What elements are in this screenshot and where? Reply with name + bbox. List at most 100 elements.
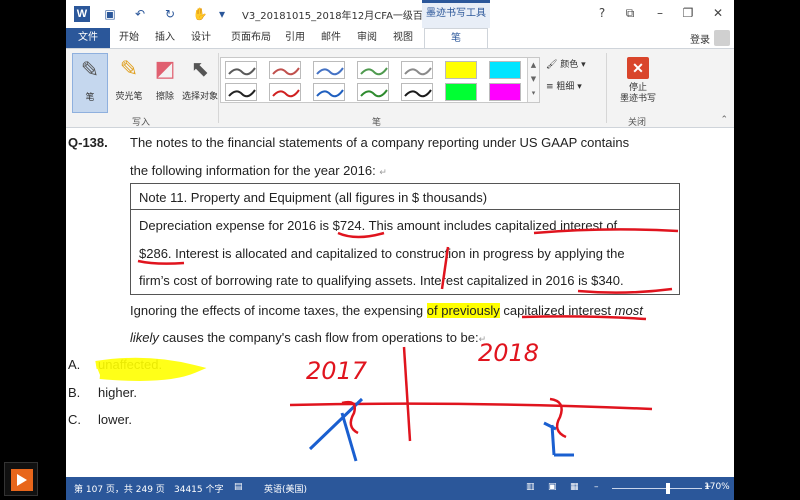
question-text-line: The notes to the financial statements of… [130,135,630,150]
highlighted-text: of previously [426,303,500,318]
save-icon[interactable]: ▣ [102,6,118,22]
maximize-button[interactable]: ❐ [676,4,700,22]
tab-file[interactable]: 文件 [66,28,110,48]
pen-thickness-label: 粗细 [556,82,575,92]
help-button[interactable]: ? [590,4,614,22]
ink-tools-context-header: 墨迹书写工具 [422,0,490,28]
page-counter[interactable]: 第 107 页，共 249 页 [74,482,165,495]
tab-insert[interactable]: 插入 [150,28,180,48]
video-play-button[interactable] [4,462,38,496]
highlighter-tool-button[interactable]: ✎ 荧光笔 [110,53,148,109]
ink-blue-mark-right [543,421,574,457]
tab-review[interactable]: 审阅 [352,28,382,48]
question-text-line: the following information for the year 2… [130,163,387,178]
stop-inking-button[interactable]: ✕ 停止 墨迹书写 [616,53,660,113]
highlighter-icon: ✎ [119,57,139,82]
pen-icon: ✎ [80,58,100,83]
eraser-tool-label: 擦除 [155,92,174,102]
pen-swatch[interactable] [225,83,257,101]
zoom-out-button[interactable]: – [594,482,599,492]
ink-red-squiggle-right [549,397,567,439]
ribbon-tab-bar: 文件 开始 插入 设计 页面布局 引用 邮件 审阅 视图 笔 登录 [66,28,734,48]
select-objects-tool-label: 选择对象 [181,92,218,102]
tab-home[interactable]: 开始 [114,28,144,48]
pen-swatch[interactable] [357,83,389,101]
document-page[interactable]: Q-138. The notes to the financial statem… [66,129,734,477]
note-table: Note 11. Property and Equipment (all fig… [130,183,680,295]
ink-red-squiggle-left [341,400,359,435]
stem-italic-text: most [614,303,643,318]
tab-pen[interactable]: 笔 [424,28,488,48]
print-layout-icon[interactable]: ▣ [548,482,557,492]
stem-text: capitalized interest [499,303,615,318]
select-objects-tool-button[interactable]: ⬉ 选择对象 [180,53,220,109]
write-group-label: 写入 [132,118,151,128]
zoom-slider-thumb[interactable] [666,483,670,494]
ink-year-left: 2017 [306,357,368,385]
stem-text: causes the company's cash flow from oper… [158,330,479,345]
redo-icon[interactable]: ↻ [162,6,178,22]
zoom-slider[interactable] [612,488,702,489]
question-stem-line: likely causes the company's cash flow fr… [130,330,486,345]
ribbon-display-options-button[interactable]: ⧉ [618,4,642,22]
select-objects-icon: ⬉ [190,57,210,82]
zoom-level[interactable]: 170% [704,482,730,492]
close-button[interactable]: ✕ [706,4,730,22]
touch-mode-icon[interactable]: ✋ [192,6,208,22]
collapse-ribbon-icon[interactable]: ⌃ [720,115,728,125]
pen-tool-button[interactable]: ✎ 笔 [72,53,108,113]
tab-references[interactable]: 引用 [280,28,310,48]
proofing-icon[interactable]: ▤ [234,482,243,492]
pen-swatch[interactable] [401,61,433,79]
word-window: W ▣ ↶ ↻ ✋ ▾ V3_20181015_2018年12月CFA一级百题预… [66,0,734,500]
pen-swatch[interactable] [445,61,477,79]
thickness-icon: ≡ [546,82,557,92]
ink-blue-mark-left [308,397,364,462]
undo-icon[interactable]: ↶ [132,6,148,22]
pen-color-dropdown[interactable]: 🖌 颜色 ▾ [546,57,586,70]
eraser-tool-button[interactable]: ◩ 擦除 [146,53,184,109]
gallery-scroll-icon[interactable]: ▲ ▼ ▾ [527,58,539,102]
pen-swatch[interactable] [225,61,257,79]
pen-swatch[interactable] [313,83,345,101]
close-group-label: 关闭 [628,118,647,128]
minimize-button[interactable]: – [648,4,672,22]
question-stem-line: Ignoring the effects of income taxes, th… [130,303,643,318]
word-count[interactable]: 34415 个字 [174,482,224,495]
option-c-text: lower. [98,412,132,427]
stop-inking-icon: ✕ [627,57,649,79]
web-layout-icon[interactable]: ▦ [570,482,579,492]
tab-design[interactable]: 设计 [186,28,216,48]
video-frame: W ▣ ↶ ↻ ✋ ▾ V3_20181015_2018年12月CFA一级百题预… [0,0,800,500]
pen-swatch[interactable] [401,83,433,101]
avatar[interactable] [714,30,730,46]
paragraph-mark: ↵ [478,334,487,344]
sign-in-link[interactable]: 登录 [690,31,710,46]
danmaku-comment: 油！ [640,272,667,287]
pen-color-label: 颜色 [560,60,579,70]
pen-swatch[interactable] [269,83,301,101]
pen-swatch[interactable] [357,61,389,79]
note-title: Note 11. Property and Equipment (all fig… [139,190,488,205]
stem-italic-text: likely [130,330,159,345]
pen-swatch[interactable] [445,83,477,101]
highlighter-tool-label: 荧光笔 [115,92,143,102]
option-c-letter: C. [68,412,81,427]
language-indicator[interactable]: 英语(美国) [264,482,307,495]
note-table-header: Note 11. Property and Equipment (all fig… [131,184,679,210]
tab-mailings[interactable]: 邮件 [316,28,346,48]
pen-tool-label: 笔 [85,93,95,103]
pen-swatch[interactable] [313,61,345,79]
pen-swatch[interactable] [489,83,521,101]
note-text-line: firm’s cost of borrowing rate to qualify… [139,273,624,288]
tab-layout[interactable]: 页面布局 [226,28,276,48]
tab-view[interactable]: 视图 [388,28,418,48]
read-mode-icon[interactable]: ▥ [526,482,535,492]
ink-timeline-vertical [402,346,412,442]
option-b-letter: B. [68,385,81,400]
pen-thickness-dropdown[interactable]: ≡ 粗细 ▾ [546,79,582,92]
pen-swatch[interactable] [489,61,521,79]
word-logo-icon: W [74,6,90,22]
pen-swatch[interactable] [269,61,301,79]
customize-toolbar-icon[interactable]: ▾ [214,6,230,22]
